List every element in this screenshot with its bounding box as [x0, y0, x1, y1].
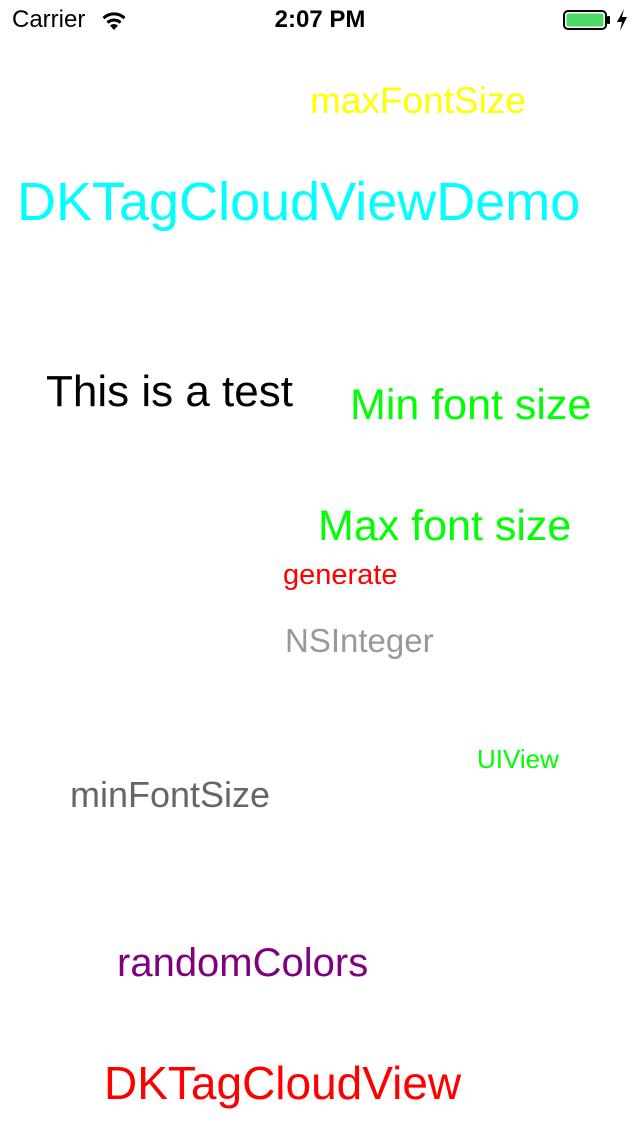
status-bar: Carrier 2:07 PM	[0, 0, 640, 40]
tag-cloud-screen: Carrier 2:07 PM maxFontSize DKTagCloudVi…	[0, 0, 640, 1136]
tag-dktagcloudview[interactable]: DKTagCloudView	[104, 1060, 461, 1106]
tag-nsinteger[interactable]: NSInteger	[285, 624, 434, 657]
tag-dktagcloudviewdemo[interactable]: DKTagCloudViewDemo	[17, 175, 580, 229]
charging-bolt-icon	[617, 9, 627, 31]
status-time: 2:07 PM	[274, 6, 366, 33]
tag-uiview[interactable]: UIView	[477, 746, 559, 772]
tag-minfontsize[interactable]: minFontSize	[70, 777, 270, 813]
tag-randomcolors[interactable]: randomColors	[117, 943, 368, 983]
tag-this-is-a-test[interactable]: This is a test	[46, 370, 293, 414]
battery-icon	[563, 10, 610, 30]
tag-generate[interactable]: generate	[283, 561, 398, 590]
tag-max-font-size[interactable]: Max font size	[318, 505, 571, 548]
tag-min-font-size[interactable]: Min font size	[350, 384, 591, 427]
tag-maxfontsize[interactable]: maxFontSize	[310, 82, 526, 119]
